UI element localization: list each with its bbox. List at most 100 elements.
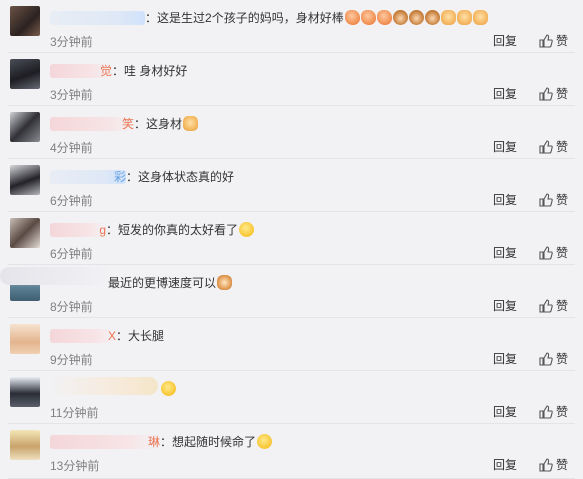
comment-time: 3分钟前 [50,35,93,49]
monkey-emoji-icon [392,10,408,25]
like-button[interactable]: 赞 [539,297,568,314]
thumbs-up-icon [539,405,553,419]
like-label: 赞 [556,140,569,154]
reply-button[interactable]: 回复 [493,456,517,473]
reply-button[interactable]: 回复 [493,85,517,102]
avatar[interactable] [10,6,40,36]
comment-time: 11分钟前 [50,406,99,420]
like-button[interactable]: 赞 [539,85,568,102]
like-label: 赞 [556,405,569,419]
thumbs-up-emoji-icon [183,116,199,131]
monkey-emoji-icon [408,10,424,25]
comment-item: 彩：这身体状态真的好 6分钟前 回复 赞 [0,159,583,212]
tongue-out-emoji-icon [257,434,273,449]
kiss-emoji-icon [239,222,255,237]
like-label: 赞 [556,246,569,260]
comment-item: 觉：哇 身材好好 3分钟前 回复 赞 [0,53,583,106]
comment-text: 这是生过2个孩子的妈吗，身材好棒 [157,11,344,25]
muscle-emoji-icon [360,10,376,25]
avatar[interactable] [10,324,40,354]
thumbs-up-icon [539,352,553,366]
like-button[interactable]: 赞 [539,403,568,420]
comment-header: g ：短发的你真的太好看了 [50,221,255,239]
username-link[interactable] [50,11,145,25]
username-link[interactable]: 琳 [50,435,160,449]
reply-button[interactable]: 回复 [493,244,517,261]
reply-button[interactable]: 回复 [493,297,517,314]
reply-button[interactable]: 回复 [493,350,517,367]
fist-emoji-icon [440,10,456,25]
muscle-emoji-icon [344,10,360,25]
username-link[interactable]: 笑 [50,117,134,131]
comment-text: 最近的更博速度可以 [108,276,217,290]
fist-emoji-icon [472,10,488,25]
comment-header: 彩：这身体状态真的好 [50,168,234,186]
comment-text: 大长腿 [128,329,165,343]
avatar[interactable] [10,112,40,142]
like-label: 赞 [556,458,569,472]
comment-time: 4分钟前 [50,141,93,155]
thumbs-up-icon [539,193,553,207]
comment-header: X ：大长腿 [50,327,164,345]
like-label: 赞 [556,87,569,101]
comment-time: 6分钟前 [50,194,93,208]
comment-time: 3分钟前 [50,88,93,102]
comment-item: 琳：想起随时候命了 13分钟前 回复 赞 [0,424,583,479]
like-button[interactable]: 赞 [539,350,568,367]
comment-header: 觉：哇 身材好好 [50,62,187,80]
avatar[interactable] [10,430,40,460]
username-link[interactable]: g [50,223,106,237]
like-button[interactable]: 赞 [539,244,568,261]
comment-text: 这身材 [146,117,183,131]
comment-item: 笑：这身材 4分钟前 回复 赞 [0,106,583,159]
muscle-emoji-icon [376,10,392,25]
like-label: 赞 [556,34,569,48]
blurred-username [0,267,120,285]
cat-emoji-icon [217,275,233,290]
comment-item: 11分钟前 回复 赞 [0,371,583,424]
avatar[interactable] [10,377,40,407]
comment-item: 最近的更博速度可以 8分钟前 回复 赞 [0,265,583,318]
username-link[interactable]: 觉 [50,64,112,78]
like-button[interactable]: 赞 [539,138,568,155]
reply-button[interactable]: 回复 [493,32,517,49]
avatar[interactable] [10,59,40,89]
comment-time: 13分钟前 [50,459,100,473]
comment-text: 想起随时候命了 [172,435,257,449]
comment-time: 9分钟前 [50,353,93,367]
thumbs-up-icon [539,87,553,101]
reply-button[interactable]: 回复 [493,403,517,420]
monkey-emoji-icon [424,10,440,25]
avatar[interactable] [10,165,40,195]
comment-item: ：这是生过2个孩子的妈吗，身材好棒 3分钟前 回复 赞 [0,0,583,53]
comment-header: 最近的更博速度可以 [108,274,233,292]
comment-text: 短发的你真的太好看了 [118,223,239,237]
thumbs-up-icon [539,140,553,154]
fist-emoji-icon [456,10,472,25]
reply-button[interactable]: 回复 [493,138,517,155]
comment-time: 6分钟前 [50,247,93,261]
like-label: 赞 [556,352,569,366]
like-button[interactable]: 赞 [539,191,568,208]
laughing-emoji-icon [161,381,176,396]
comment-item: g ：短发的你真的太好看了 6分钟前 回复 赞 [0,212,583,265]
comment-header: ：这是生过2个孩子的妈吗，身材好棒 [50,9,488,27]
comment-text: 这身体状态真的好 [138,170,235,184]
username-link[interactable]: X [50,329,116,343]
username-link[interactable]: 彩 [50,170,126,184]
comment-time: 8分钟前 [50,300,93,314]
like-button[interactable]: 赞 [539,456,568,473]
thumbs-up-icon [539,299,553,313]
avatar[interactable] [10,218,40,248]
comment-header: 琳：想起随时候命了 [50,433,273,451]
like-label: 赞 [556,193,569,207]
thumbs-up-icon [539,34,553,48]
reply-button[interactable]: 回复 [493,191,517,208]
comment-item: X ：大长腿 9分钟前 回复 赞 [0,318,583,371]
like-label: 赞 [556,299,569,313]
thumbs-up-icon [539,246,553,260]
blurred-username [48,377,158,395]
comment-text: 哇 身材好好 [124,64,188,78]
like-button[interactable]: 赞 [539,32,568,49]
comment-header [160,380,176,398]
